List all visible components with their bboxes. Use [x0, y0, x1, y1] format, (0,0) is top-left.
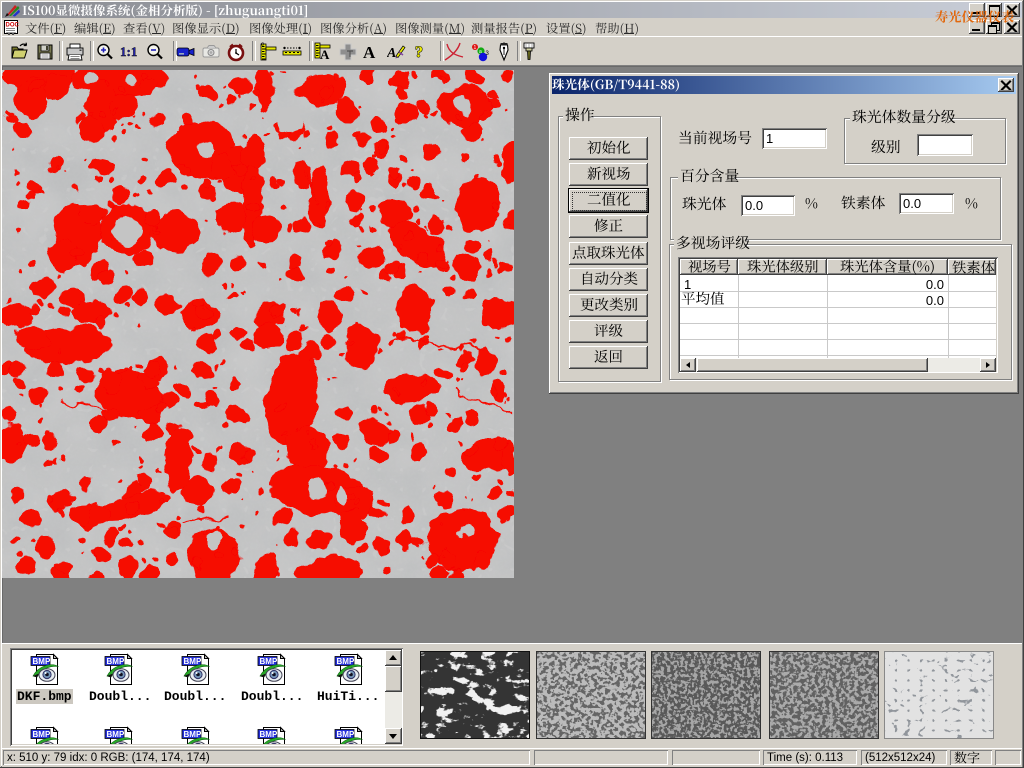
svg-text:A: A [320, 47, 330, 62]
svg-text:1: 1 [474, 45, 477, 51]
svg-text:BMP: BMP [184, 730, 202, 739]
svg-text:BMP: BMP [337, 730, 355, 739]
svg-text:a: a [479, 49, 482, 55]
svg-text:BMP: BMP [260, 730, 278, 739]
svg-text:?: ? [415, 44, 423, 61]
svg-text:BMP: BMP [107, 730, 125, 739]
svg-text:DOC: DOC [6, 23, 20, 29]
svg-text:A: A [387, 46, 396, 61]
svg-text:3: 3 [486, 51, 490, 57]
svg-text:1:1: 1:1 [120, 44, 137, 59]
svg-text:BMP: BMP [33, 730, 51, 739]
svg-text:A: A [363, 43, 376, 62]
